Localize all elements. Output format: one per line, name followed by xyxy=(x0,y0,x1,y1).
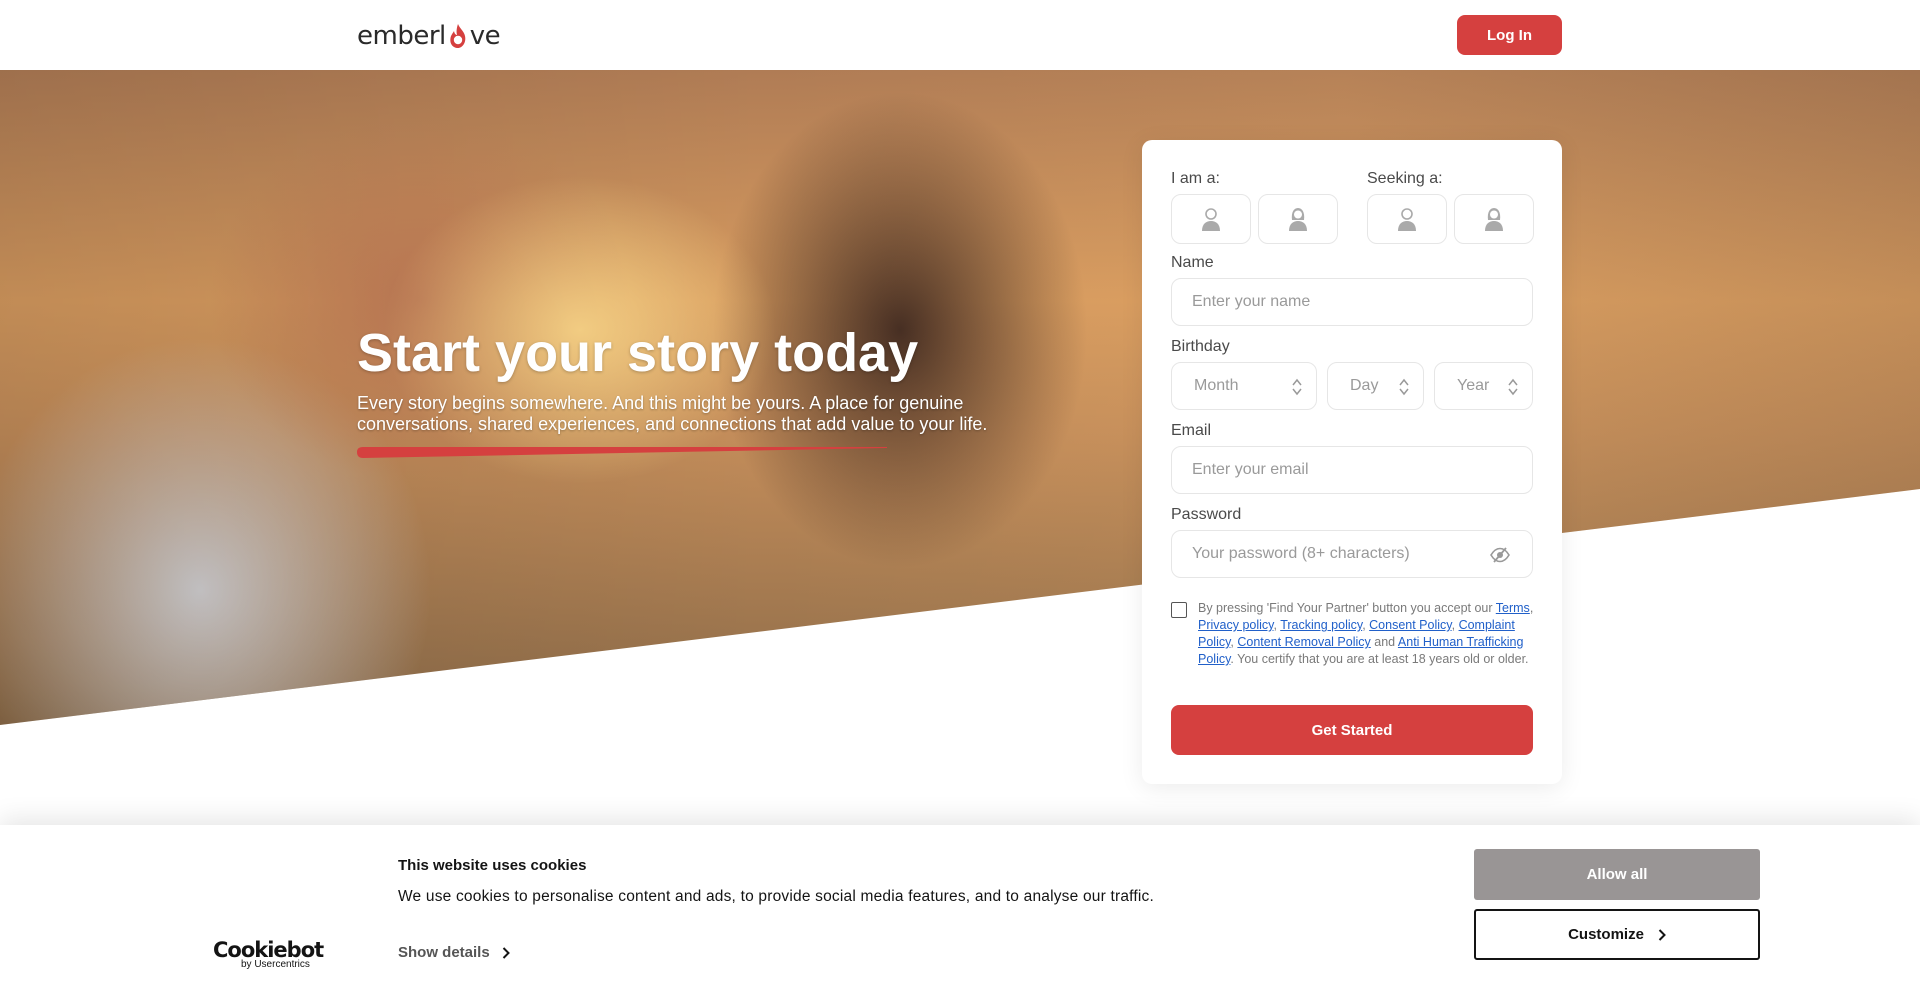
email-input[interactable] xyxy=(1172,447,1532,493)
terms-and: and xyxy=(1374,635,1396,649)
female-icon xyxy=(1485,208,1503,231)
hero-title: Start your story today xyxy=(357,323,919,383)
birth-year-placeholder: Year xyxy=(1457,377,1490,394)
content-removal-policy-link[interactable]: Content Removal Policy xyxy=(1237,635,1370,649)
i-am-label: I am a: xyxy=(1171,170,1220,187)
name-field xyxy=(1171,278,1533,326)
site-logo[interactable]: emberl ve xyxy=(357,20,501,52)
up-down-chevron-icon xyxy=(1508,378,1518,396)
seeking-male-button[interactable] xyxy=(1367,194,1447,244)
cookie-text: We use cookies to personalise content an… xyxy=(398,888,1154,905)
birth-month-select[interactable]: Month xyxy=(1171,362,1317,410)
password-field xyxy=(1171,530,1533,578)
birthday-label: Birthday xyxy=(1171,338,1230,355)
cookiebot-logo: Cookiebot by Usercentrics xyxy=(213,938,324,970)
tracking-policy-link[interactable]: Tracking policy xyxy=(1280,618,1362,632)
birth-day-placeholder: Day xyxy=(1350,377,1379,394)
birth-day-select[interactable]: Day xyxy=(1327,362,1424,410)
signup-form: I am a: Seeking a: Name Birthday Month D… xyxy=(1142,140,1562,784)
get-started-button[interactable]: Get Started xyxy=(1171,705,1533,755)
consent-policy-link[interactable]: Consent Policy xyxy=(1369,618,1451,632)
female-icon xyxy=(1289,208,1307,231)
seeking-female-button[interactable] xyxy=(1454,194,1534,244)
terms-text: By pressing 'Find Your Partner' button y… xyxy=(1198,601,1534,666)
terms-outro: . You certify that you are at least 18 y… xyxy=(1230,652,1529,666)
chevron-right-icon xyxy=(502,946,510,959)
name-input[interactable] xyxy=(1172,279,1532,325)
terms-link[interactable]: Terms xyxy=(1496,601,1530,615)
terms-checkbox[interactable] xyxy=(1171,602,1187,618)
cookie-title: This website uses cookies xyxy=(398,857,587,874)
male-icon xyxy=(1202,208,1220,231)
password-label: Password xyxy=(1171,506,1242,523)
male-icon xyxy=(1398,208,1416,231)
terms-intro: By pressing 'Find Your Partner' button y… xyxy=(1198,601,1493,615)
password-input[interactable] xyxy=(1172,531,1532,577)
show-details-label: Show details xyxy=(398,944,490,961)
i-am-male-button[interactable] xyxy=(1171,194,1251,244)
chevron-right-icon xyxy=(1658,928,1666,941)
hero-subtitle: Every story begins somewhere. And this m… xyxy=(357,393,988,434)
hero-underline-accent xyxy=(357,447,887,458)
birth-month-placeholder: Month xyxy=(1194,377,1239,394)
logo-text-prefix: emberl xyxy=(357,21,446,51)
up-down-chevron-icon xyxy=(1399,378,1409,396)
site-header: emberl ve Log In xyxy=(0,0,1920,70)
eye-slash-icon[interactable] xyxy=(1490,545,1510,565)
allow-all-button[interactable]: Allow all xyxy=(1474,849,1760,900)
privacy-policy-link[interactable]: Privacy policy xyxy=(1198,618,1273,632)
email-field xyxy=(1171,446,1533,494)
name-label: Name xyxy=(1171,254,1214,271)
cookie-banner: Cookiebot by Usercentrics This website u… xyxy=(0,825,1920,993)
logo-text-suffix: ve xyxy=(469,21,501,51)
customize-label: Customize xyxy=(1568,926,1644,943)
birth-year-select[interactable]: Year xyxy=(1434,362,1533,410)
seeking-label: Seeking a: xyxy=(1367,170,1443,187)
show-details-link[interactable]: Show details xyxy=(398,944,510,961)
email-label: Email xyxy=(1171,422,1212,439)
flame-icon xyxy=(450,24,466,48)
customize-button[interactable]: Customize xyxy=(1474,909,1760,960)
i-am-female-button[interactable] xyxy=(1258,194,1338,244)
login-button[interactable]: Log In xyxy=(1457,15,1562,55)
up-down-chevron-icon xyxy=(1292,378,1302,396)
